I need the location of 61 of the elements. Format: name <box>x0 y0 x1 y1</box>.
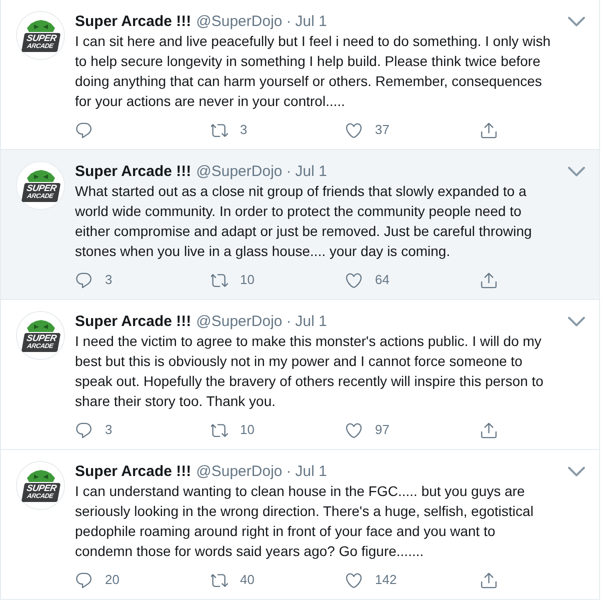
loop-arrows-icon <box>211 272 228 288</box>
reply-button[interactable] <box>75 122 93 138</box>
share-icon <box>481 422 498 438</box>
reply-button[interactable]: 3 <box>75 421 112 439</box>
snake-head-icon <box>26 20 54 32</box>
heart-icon <box>346 572 363 588</box>
snake-head-icon <box>26 170 54 182</box>
logo-text: SUPER <box>26 184 57 192</box>
separator-dot: · <box>286 462 292 480</box>
share-icon <box>481 572 498 588</box>
like-button[interactable]: 64 <box>345 271 390 289</box>
author-handle[interactable]: @SuperDojo <box>196 162 282 180</box>
author-handle[interactable]: @SuperDojo <box>196 312 282 330</box>
loop-arrows-icon <box>211 122 228 138</box>
tweet-text: I can understand wanting to clean house in the FGC..... but you guys are seriously looking in the wrong direction. There's a huge, selfish, egotistical pedophile roaming around right in front of your face and you want to condemn those for words said years ago? Go figure....... <box>75 482 534 561</box>
heart-icon <box>346 272 363 288</box>
author-handle[interactable]: @SuperDojo <box>196 12 282 30</box>
share-icon <box>481 122 498 138</box>
loop-arrows-icon <box>211 572 228 588</box>
retweet-button[interactable]: 10 <box>210 421 254 439</box>
share-button[interactable] <box>480 122 498 138</box>
share-icon <box>481 272 498 288</box>
tweet-date[interactable]: Jul 1 <box>295 12 327 30</box>
speech-bubble-icon <box>76 422 93 438</box>
speech-bubble-icon <box>76 572 93 588</box>
like-button[interactable]: 142 <box>345 571 397 589</box>
share-button[interactable] <box>480 572 498 588</box>
retweet-button[interactable]: 40 <box>210 571 254 589</box>
speech-bubble-icon <box>76 122 93 138</box>
tweet-date[interactable]: Jul 1 <box>295 162 327 180</box>
tweet-text: I need the victim to agree to make this monster's actions public. I will do my best but this is obviously not in my power and I cannot force someone to speak out. Hopefully the bravery of others recently will inspire this person to share their story too. Thank you. <box>75 332 544 411</box>
like-button[interactable]: 97 <box>345 421 390 439</box>
author-name[interactable]: Super Arcade !!! <box>75 12 192 30</box>
reply-button[interactable]: 3 <box>75 271 112 289</box>
separator-dot: · <box>286 312 292 330</box>
tweet-date[interactable]: Jul 1 <box>295 312 327 330</box>
tweet-date[interactable]: Jul 1 <box>295 462 327 480</box>
speech-bubble-icon <box>76 272 93 288</box>
author-handle[interactable]: @SuperDojo <box>196 462 282 480</box>
author-name[interactable]: Super Arcade !!! <box>75 312 192 330</box>
separator-dot: · <box>286 162 292 180</box>
logo-text: SUPER <box>26 484 57 492</box>
author-name[interactable]: Super Arcade !!! <box>75 462 192 480</box>
share-button[interactable] <box>480 422 498 438</box>
retweet-button[interactable]: 10 <box>210 271 254 289</box>
tweet-card[interactable] <box>1 150 599 300</box>
snake-head-icon <box>26 320 54 332</box>
reply-button[interactable]: 20 <box>75 571 120 589</box>
share-button[interactable] <box>480 272 498 288</box>
retweet-button[interactable]: 3 <box>210 121 248 139</box>
separator-dot: · <box>286 12 292 30</box>
heart-icon <box>346 122 363 138</box>
heart-icon <box>346 422 363 438</box>
snake-head-icon <box>26 470 54 482</box>
author-name[interactable]: Super Arcade !!! <box>75 162 192 180</box>
like-button[interactable]: 37 <box>345 121 390 139</box>
loop-arrows-icon <box>211 422 228 438</box>
logo-text: SUPER <box>26 34 57 42</box>
logo-text: SUPER <box>26 334 57 342</box>
tweet-text: I can sit here and live peacefully but I feel i need to do something. I only wish to help secure longevity in something I help build. Please think twice before doing anything that can harm yourself or others. Remember, consequences for your actions are never in your control..... <box>75 32 552 111</box>
tweet-text: What started out as a close nit group of friends that slowly expanded to a world wide community. In order to protect the community people need to either compromise and adapt or just be removed. Just be careful throwing stones when you live in a glass house.... your day is coming. <box>75 182 533 261</box>
